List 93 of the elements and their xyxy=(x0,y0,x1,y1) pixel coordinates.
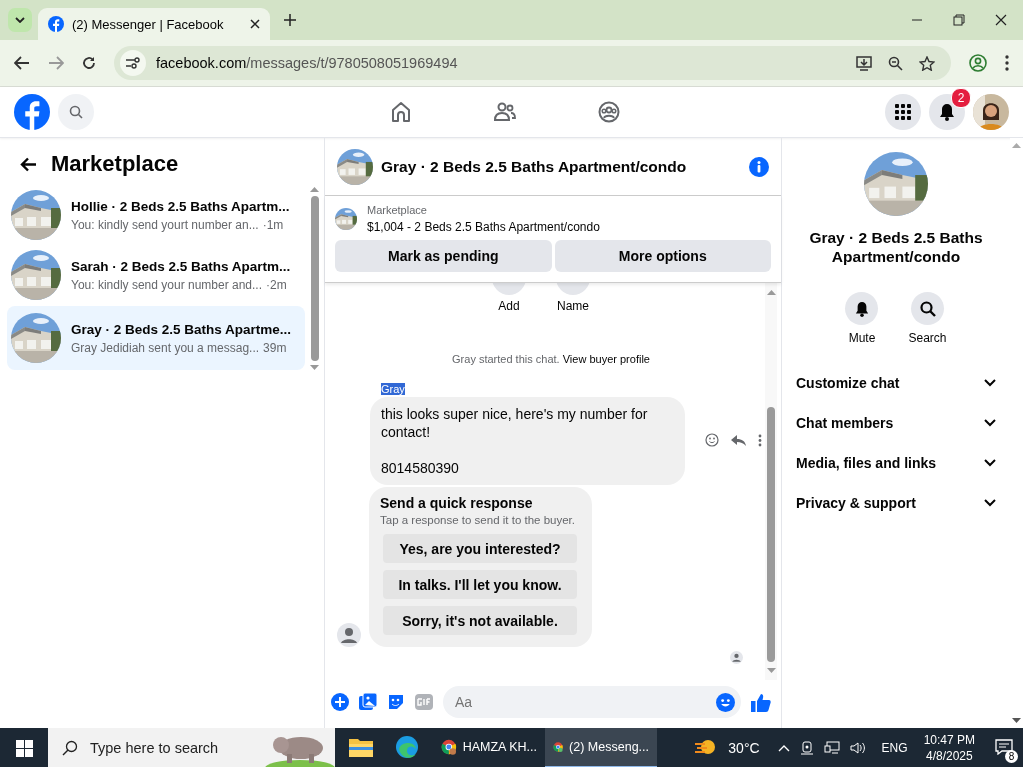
taskbar-app[interactable]: (2) Messeng... xyxy=(545,728,657,767)
reload-icon[interactable] xyxy=(82,56,96,70)
sticker-icon[interactable] xyxy=(387,693,405,711)
listing-description: $1,004 - 2 Beds 2.5 Baths Apartment/condo xyxy=(367,220,600,234)
volume-icon[interactable] xyxy=(849,741,866,755)
zoom-out-icon[interactable] xyxy=(888,55,903,71)
avatar-icon xyxy=(337,623,361,647)
quick-response-button[interactable]: Sorry, it's not available. xyxy=(383,606,577,635)
temperature[interactable]: 30°C xyxy=(728,740,760,756)
reply-icon[interactable] xyxy=(731,433,746,447)
clock[interactable]: 10:47 PM 4/8/2025 xyxy=(923,732,975,764)
quick-response-button[interactable]: Yes, are you interested? xyxy=(383,534,577,563)
back-arrow-icon[interactable] xyxy=(20,156,37,172)
groups-icon[interactable] xyxy=(597,101,620,123)
sidebar-title: Marketplace xyxy=(51,151,179,177)
search-icon xyxy=(62,740,78,756)
listing-action-button[interactable]: Mark as pending xyxy=(335,240,552,272)
scrollbar-thumb[interactable] xyxy=(310,196,319,361)
conversation-item[interactable]: Hollie · 2 Beds 2.5 Baths Apartm... You: kindly send yourt number an... ·1m xyxy=(7,186,305,244)
quick-response-hint: Tap a response to send it to the buyer. xyxy=(380,514,576,526)
message-bubble: this looks super nice, here's my number for contact! 8014580390 xyxy=(370,397,685,485)
emoji-icon[interactable] xyxy=(716,692,735,712)
action-label: Name xyxy=(557,299,589,313)
install-app-icon[interactable] xyxy=(856,55,872,71)
notifications-button[interactable] xyxy=(929,94,965,130)
bell-icon xyxy=(939,103,955,121)
back-icon[interactable] xyxy=(14,56,30,70)
listing-label: Marketplace xyxy=(367,204,428,216)
view-profile-link[interactable]: View buyer profile xyxy=(562,353,650,365)
chevron-icon xyxy=(15,17,25,23)
like-icon[interactable] xyxy=(751,692,771,712)
search-icon xyxy=(69,105,83,119)
tab-menu-button[interactable] xyxy=(8,8,32,32)
chevron-icon[interactable] xyxy=(984,379,996,387)
conversation-item[interactable]: Sarah · 2 Beds 2.5 Baths Apartm... You: kindly send your number and... ·2m xyxy=(7,246,305,304)
info-icon[interactable] xyxy=(749,156,769,177)
search-icon xyxy=(919,300,936,317)
menu-icon[interactable] xyxy=(1005,55,1009,71)
quick-response-title: Send a quick response xyxy=(380,495,534,511)
sender-name: Gray xyxy=(381,383,405,395)
facebook-logo-icon[interactable] xyxy=(14,94,50,130)
conversation-title: Gray · 2 Beds 2.5 Baths Apartment/condo xyxy=(808,228,984,266)
chevron-icon[interactable] xyxy=(984,459,996,467)
scrollbar-thumb[interactable] xyxy=(767,407,775,662)
quick-response-button[interactable]: In talks. I'll let you know. xyxy=(383,570,577,599)
action-label: Mute xyxy=(848,331,876,345)
more-icon[interactable] xyxy=(758,433,762,447)
home-icon[interactable] xyxy=(389,101,412,123)
friends-icon[interactable] xyxy=(493,101,516,123)
star-icon[interactable] xyxy=(919,55,935,71)
forward-icon[interactable] xyxy=(48,56,64,70)
bell-icon xyxy=(855,300,869,317)
profile-icon[interactable] xyxy=(969,54,987,72)
listing-action-button[interactable]: More options xyxy=(554,240,771,272)
mute-button[interactable] xyxy=(845,292,879,325)
action-label: Search xyxy=(908,331,947,345)
conversation-item[interactable]: Gray · 2 Beds 2.5 Baths Apartme... Gray Jedidiah sent you a messag... 39m xyxy=(7,306,305,370)
chat-title: Gray · 2 Beds 2.5 Baths Apartment/condo xyxy=(381,157,688,176)
new-tab-icon[interactable] xyxy=(284,14,296,26)
browser-tab[interactable]: (2) Messenger | Facebook xyxy=(38,8,270,40)
photo-icon[interactable] xyxy=(359,693,377,711)
section-label[interactable]: Media, files and links xyxy=(796,455,937,471)
read-receipt-icon xyxy=(730,651,743,664)
section-label[interactable]: Privacy & support xyxy=(796,495,916,511)
chevron-up-icon[interactable] xyxy=(777,744,790,752)
section-label[interactable]: Chat members xyxy=(796,415,894,431)
site-info-icon[interactable] xyxy=(120,50,146,76)
close-icon[interactable] xyxy=(995,14,1007,26)
facebook-logo-icon xyxy=(48,16,64,32)
menu-button[interactable] xyxy=(885,94,921,130)
notification-count: 8 xyxy=(1005,749,1018,763)
system-message: Gray started this chat. View buyer profile xyxy=(451,353,651,365)
scroll-up-icon[interactable] xyxy=(766,289,776,295)
scroll-down-icon[interactable] xyxy=(1012,718,1021,724)
close-icon[interactable] xyxy=(250,19,260,29)
taskbar-search-field[interactable]: Type here to search xyxy=(48,728,335,767)
chevron-icon[interactable] xyxy=(984,419,996,427)
taskbar-app[interactable]: HAMZA KH... xyxy=(433,728,545,767)
add-icon[interactable] xyxy=(331,693,349,711)
windows-start-icon[interactable] xyxy=(15,739,33,757)
restore-icon[interactable] xyxy=(953,14,965,26)
grid-icon xyxy=(895,104,911,120)
search-button[interactable] xyxy=(911,292,944,325)
camera-icon[interactable] xyxy=(799,741,814,755)
chevron-icon[interactable] xyxy=(984,499,996,507)
smiley-icon[interactable] xyxy=(705,433,719,447)
language-indicator[interactable]: ENG xyxy=(881,741,908,755)
notification-badge: 2 xyxy=(951,88,971,108)
message-field[interactable]: Aa xyxy=(443,686,741,718)
scroll-up-icon[interactable] xyxy=(310,186,319,192)
section-label[interactable]: Customize chat xyxy=(796,375,900,391)
action-label: Add xyxy=(498,299,520,313)
network-icon[interactable] xyxy=(823,741,840,755)
